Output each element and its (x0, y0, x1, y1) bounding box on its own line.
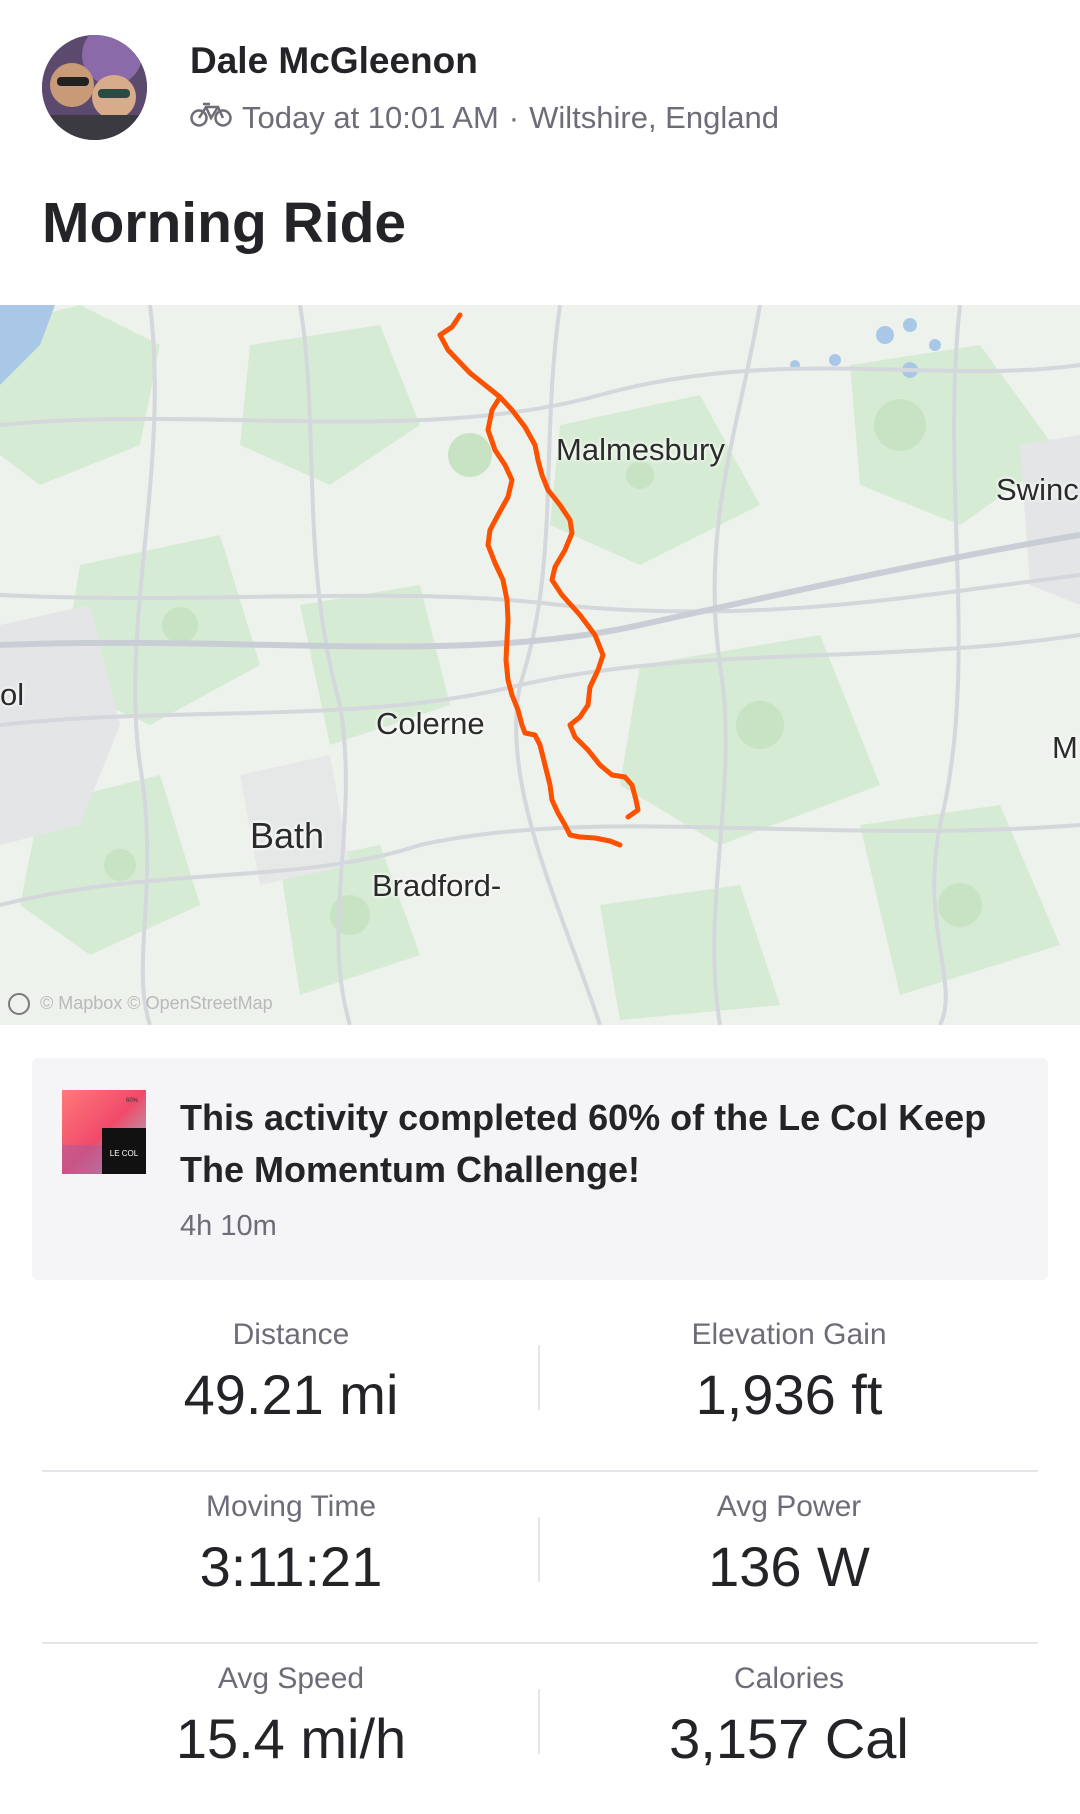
stat-calories: Calories 3,157 Cal (540, 1644, 1038, 1771)
challenge-badge-icon: LE COL 60% (62, 1090, 146, 1174)
stats-grid: Distance 49.21 mi Elevation Gain 1,936 f… (0, 1300, 1080, 1814)
stats-row: Moving Time 3:11:21 Avg Power 136 W (42, 1472, 1038, 1644)
stat-value: 136 W (708, 1535, 870, 1598)
map-attribution[interactable]: © Mapbox © OpenStreetMap (40, 993, 273, 1014)
challenge-card[interactable]: LE COL 60% This activity completed 60% o… (32, 1058, 1048, 1280)
stat-value: 3:11:21 (199, 1535, 383, 1598)
mapbox-logo-icon[interactable] (8, 993, 30, 1015)
stat-label: Elevation Gain (691, 1318, 887, 1351)
svg-text:LE COL: LE COL (110, 1149, 139, 1158)
stat-value: 49.21 mi (183, 1363, 399, 1426)
activity-timestamp: Today at 10:01 AM (242, 100, 499, 135)
stats-row: Distance 49.21 mi Elevation Gain 1,936 f… (42, 1300, 1038, 1472)
challenge-duration: 4h 10m (180, 1210, 277, 1242)
stats-row: Avg Speed 15.4 mi/h Calories 3,157 Cal (42, 1644, 1038, 1814)
bike-icon (190, 100, 232, 136)
stat-label: Moving Time (205, 1490, 377, 1523)
stat-label: Avg Speed (217, 1662, 365, 1695)
map-label-m: M (1052, 730, 1078, 765)
activity-location: Wiltshire, England (529, 100, 779, 135)
map-background (0, 305, 1080, 1025)
challenge-text: This activity completed 60% of the Le Co… (180, 1097, 987, 1190)
stat-value: 1,936 ft (695, 1363, 883, 1426)
stat-label: Distance (232, 1318, 350, 1351)
activity-meta: Today at 10:01 AM · Wiltshire, England (190, 100, 779, 136)
stat-avg-power: Avg Power 136 W (540, 1472, 1038, 1599)
map-label-swindon: Swinc (996, 472, 1079, 507)
meta-separator: · (508, 100, 520, 135)
stat-moving-time: Moving Time 3:11:21 (42, 1472, 540, 1599)
activity-title: Morning Ride (42, 191, 407, 255)
svg-text:60%: 60% (126, 1098, 139, 1104)
athlete-name[interactable]: Dale McGleenon (190, 40, 478, 82)
stat-elevation-gain: Elevation Gain 1,936 ft (540, 1300, 1038, 1427)
stat-value: 15.4 mi/h (175, 1707, 407, 1770)
map-label-bristol: ol (0, 677, 25, 712)
stat-distance: Distance 49.21 mi (42, 1300, 540, 1427)
map-label-colerne: Colerne (376, 706, 485, 741)
route-map[interactable]: Malmesbury Swinc ol Colerne Bath Bradfor… (0, 305, 1080, 1025)
activity-header: Dale McGleenon Today at 10:01 AM · Wilts… (0, 0, 1080, 300)
map-label-bradford: Bradford- (372, 868, 502, 903)
map-label-malmesbury: Malmesbury (556, 432, 725, 467)
stat-avg-speed: Avg Speed 15.4 mi/h (42, 1644, 540, 1771)
map-label-bath: Bath (250, 815, 325, 856)
avatar[interactable] (42, 35, 147, 140)
stat-label: Avg Power (716, 1490, 862, 1523)
stat-value: 3,157 Cal (669, 1707, 909, 1770)
stat-label: Calories (733, 1662, 845, 1695)
